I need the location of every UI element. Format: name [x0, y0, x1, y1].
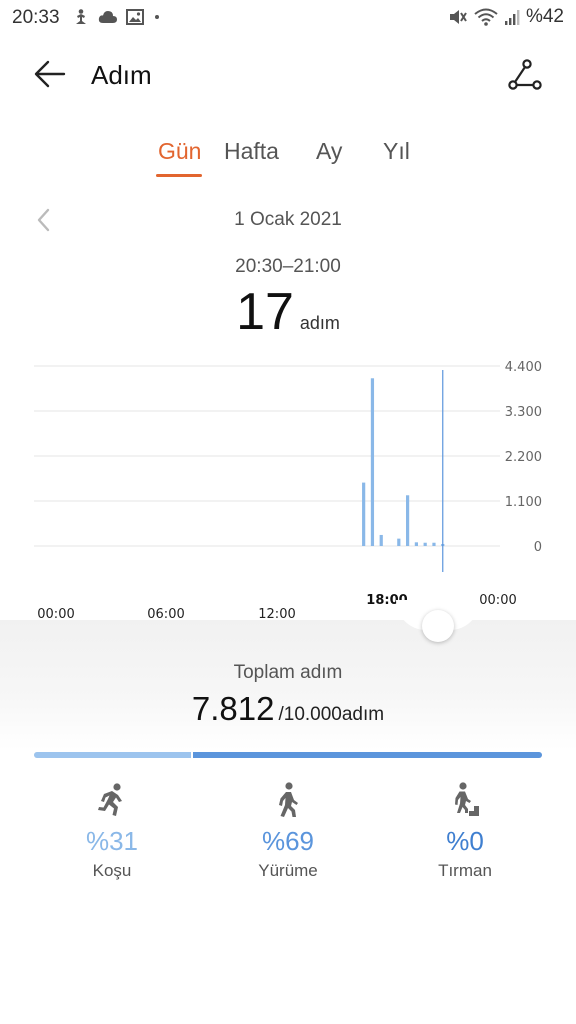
- battery-level: %42: [525, 6, 564, 27]
- activity-climbing: %0 Tırman: [385, 780, 545, 881]
- running-label: Koşu: [92, 861, 132, 880]
- chart-bar: [414, 542, 418, 546]
- date-label: 1 Ocak 2021: [234, 209, 342, 230]
- status-right: %42: [448, 6, 564, 28]
- wifi-icon: [474, 8, 498, 26]
- total-steps-value: 7.812: [191, 690, 275, 727]
- chart-bar: [362, 482, 366, 546]
- status-notification-icons: [72, 8, 162, 26]
- chart-bar: [370, 378, 375, 546]
- selected-time-range: 20:30–21:00: [235, 256, 341, 277]
- signal-icon: [504, 10, 520, 25]
- activity-progress-bar: [34, 752, 542, 758]
- step-goal: /10.000adım: [278, 704, 385, 725]
- status-bar: 20:33 %42: [0, 0, 576, 36]
- running-icon: [98, 783, 122, 816]
- progress-segment: [191, 752, 542, 758]
- selected-steps-value: 17: [236, 283, 294, 341]
- chart-y-tick-label: 2.200: [505, 450, 542, 465]
- dot-icon: [155, 15, 159, 19]
- tab-day[interactable]: Gün: [158, 138, 201, 165]
- date-navigation: 1 Ocak 2021: [0, 205, 576, 235]
- activity-running: %31 Koşu: [32, 780, 192, 881]
- chart-y-tick-label: 3.300: [505, 405, 542, 420]
- total-steps-label: Toplam adım: [233, 662, 343, 683]
- total-steps: 7.812/10.000adım: [0, 690, 576, 728]
- selected-steps: 17 adım: [0, 282, 576, 342]
- back-button[interactable]: [32, 56, 68, 92]
- selected-steps-unit: adım: [299, 313, 340, 333]
- activity-walking: %69 Yürüme: [208, 780, 368, 881]
- active-tab-indicator: [156, 174, 202, 177]
- summary-panel: [0, 620, 576, 750]
- chart-x-tick-label: 00:00: [479, 593, 516, 608]
- chart-bar: [379, 534, 383, 546]
- tab-month[interactable]: Ay: [316, 138, 342, 165]
- chart-bar: [423, 542, 427, 546]
- chart-bar: [397, 538, 401, 546]
- period-tabs: Gün Hafta Ay Yıl: [0, 138, 576, 182]
- chart-bar: [406, 495, 410, 546]
- chart-y-tick-label: 0: [534, 540, 542, 555]
- climbing-icon: [455, 782, 479, 816]
- chart-y-tick-label: 4.400: [505, 360, 542, 375]
- arrow-left-icon: [34, 60, 66, 88]
- tab-year[interactable]: Yıl: [383, 138, 410, 165]
- walking-label: Yürüme: [258, 861, 318, 880]
- chart-y-tick-label: 1.100: [505, 495, 542, 510]
- progress-segment: [34, 752, 192, 758]
- climbing-label: Tırman: [438, 861, 492, 880]
- route-icon: [508, 59, 542, 90]
- image-icon: [126, 9, 144, 25]
- mute-icon: [449, 10, 467, 24]
- climbing-percent: %0: [446, 826, 484, 856]
- walking-percent: %69: [261, 826, 315, 856]
- tab-week[interactable]: Hafta: [224, 138, 279, 165]
- app-bar: Adım: [0, 50, 576, 100]
- cloud-icon: [98, 11, 117, 23]
- steps-chart[interactable]: 4.4003.3002.2001.100000:00 06:00 12:0018:0…: [0, 340, 576, 630]
- running-percent: %31: [85, 826, 139, 856]
- status-time: 20:33: [12, 7, 60, 28]
- route-button[interactable]: [506, 56, 544, 94]
- walking-icon: [279, 782, 298, 817]
- fitness-notification-icon: [76, 9, 86, 24]
- page-title: Adım: [91, 60, 152, 90]
- chart-bar: [432, 542, 436, 546]
- time-scrubber-handle[interactable]: [422, 610, 454, 642]
